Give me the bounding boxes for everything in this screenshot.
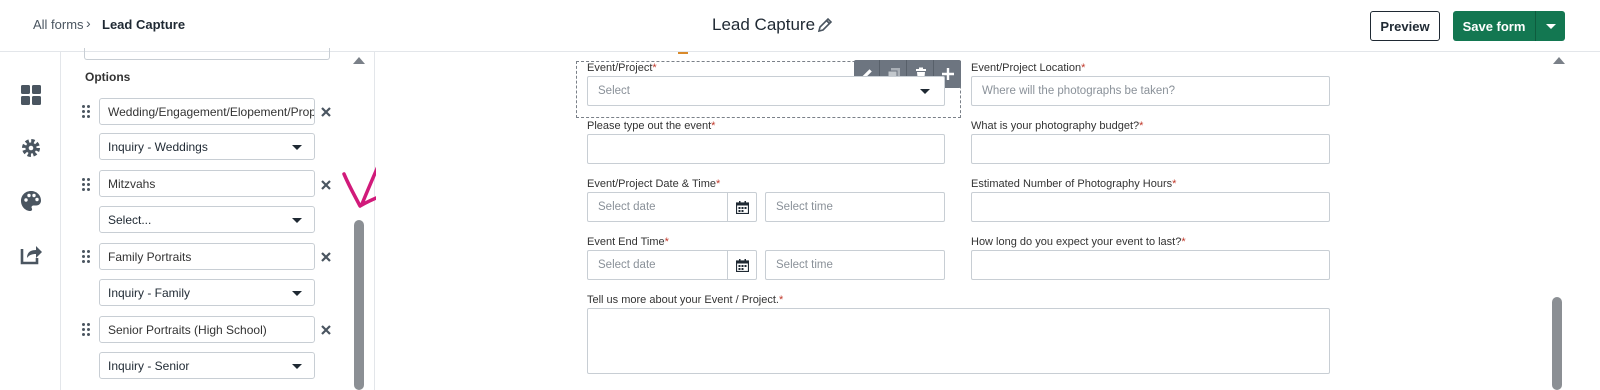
- option-mapping-value: Inquiry - Family: [108, 286, 191, 300]
- remove-option-icon[interactable]: [320, 106, 332, 118]
- duration-label: How long do you expect your event to las…: [971, 236, 1186, 248]
- top-header: All forms › Lead Capture Lead Capture Pr…: [0, 0, 1600, 52]
- more-about-label: Tell us more about your Event / Project.…: [587, 294, 784, 306]
- option-label-input[interactable]: Mitzvahs: [99, 170, 315, 197]
- breadcrumb-all-forms[interactable]: All forms: [33, 17, 84, 32]
- budget-label: What is your photography budget?*: [971, 120, 1144, 132]
- end-time-input[interactable]: Select time: [765, 250, 945, 280]
- drag-handle-icon[interactable]: [82, 178, 92, 192]
- drag-handle-icon[interactable]: [82, 250, 92, 264]
- end-date-input[interactable]: Select date: [587, 250, 728, 280]
- option-mapping-select[interactable]: Inquiry - Family: [99, 279, 315, 306]
- event-time-input[interactable]: Select time: [765, 192, 945, 222]
- drag-handle-icon[interactable]: [82, 105, 92, 119]
- event-location-placeholder: Where will the photographs be taken?: [982, 85, 1176, 97]
- remove-option-icon[interactable]: [320, 179, 332, 191]
- option-mapping-select[interactable]: Select...: [99, 206, 315, 233]
- save-options-dropdown[interactable]: [1535, 11, 1565, 41]
- option-mapping-value: Select...: [108, 213, 152, 227]
- event-location-label: Event/Project Location*: [971, 62, 1086, 74]
- option-label-input[interactable]: Senior Portraits (High School): [99, 316, 315, 343]
- chevron-down-icon: [920, 89, 930, 94]
- hours-label: Estimated Number of Photography Hours*: [971, 178, 1177, 190]
- end-time-label: Event End Time*: [587, 236, 669, 248]
- calendar-icon: [736, 259, 749, 272]
- pencil-icon[interactable]: [817, 17, 833, 33]
- palette-icon[interactable]: [19, 189, 43, 213]
- options-panel: Options Wedding/Engagement/Elopement/Pro…: [62, 48, 375, 390]
- previous-input-edge: [84, 48, 330, 60]
- event-project-select[interactable]: Select: [587, 76, 945, 106]
- icon-rail: [0, 52, 61, 390]
- breadcrumb-separator: ›: [86, 15, 91, 31]
- event-date-calendar-button[interactable]: [727, 192, 757, 222]
- section-heading-edge: [678, 52, 688, 54]
- event-project-label: Event/Project*: [587, 62, 657, 74]
- save-form-button[interactable]: Save form: [1453, 11, 1535, 41]
- end-date-calendar-button[interactable]: [727, 250, 757, 280]
- duration-input[interactable]: [971, 250, 1330, 280]
- event-date-label: Event/Project Date & Time*: [587, 178, 721, 190]
- end-date-placeholder: Select date: [598, 259, 656, 271]
- event-date-placeholder: Select date: [598, 201, 656, 213]
- option-mapping-select[interactable]: Inquiry - Weddings: [99, 133, 315, 160]
- option-mapping-value: Inquiry - Weddings: [108, 140, 208, 154]
- share-icon[interactable]: [19, 242, 43, 266]
- event-location-input[interactable]: Where will the photographs be taken?: [971, 76, 1330, 106]
- page-scrollbar-thumb[interactable]: [1552, 297, 1562, 390]
- dashboard-icon[interactable]: [19, 83, 43, 107]
- event-date-input[interactable]: Select date: [587, 192, 728, 222]
- panel-scrollbar-thumb[interactable]: [354, 220, 364, 390]
- remove-option-icon[interactable]: [320, 251, 332, 263]
- chevron-down-icon: [292, 218, 302, 223]
- option-label-input[interactable]: Wedding/Engagement/Elopement/Proposal: [99, 98, 315, 125]
- chevron-down-icon: [292, 145, 302, 150]
- breadcrumb-current: Lead Capture: [102, 17, 186, 32]
- budget-input[interactable]: [971, 134, 1330, 164]
- type-event-input[interactable]: [587, 134, 945, 164]
- preview-button[interactable]: Preview: [1370, 11, 1440, 41]
- option-mapping-value: Inquiry - Senior: [108, 359, 190, 373]
- option-label-input[interactable]: Family Portraits: [99, 243, 315, 270]
- hours-input[interactable]: [971, 192, 1330, 222]
- option-mapping-select[interactable]: Inquiry - Senior: [99, 352, 315, 379]
- drag-handle-icon[interactable]: [82, 323, 92, 337]
- page-scroll-up-arrow[interactable]: [1553, 57, 1565, 64]
- options-heading: Options: [85, 70, 131, 84]
- event-time-placeholder: Select time: [776, 201, 833, 213]
- chevron-down-icon: [292, 364, 302, 369]
- type-event-label: Please type out the event*: [587, 120, 716, 132]
- remove-option-icon[interactable]: [320, 324, 332, 336]
- event-project-placeholder: Select: [598, 85, 630, 97]
- more-about-textarea[interactable]: [587, 308, 1330, 374]
- panel-scroll-up-arrow[interactable]: [353, 57, 365, 64]
- chevron-down-icon: [292, 291, 302, 296]
- end-time-placeholder: Select time: [776, 259, 833, 271]
- gear-icon[interactable]: [19, 136, 43, 160]
- form-title[interactable]: Lead Capture: [712, 15, 815, 35]
- form-canvas: Event/Project* Select Event/Project Loca…: [376, 52, 1600, 390]
- calendar-icon: [736, 201, 749, 214]
